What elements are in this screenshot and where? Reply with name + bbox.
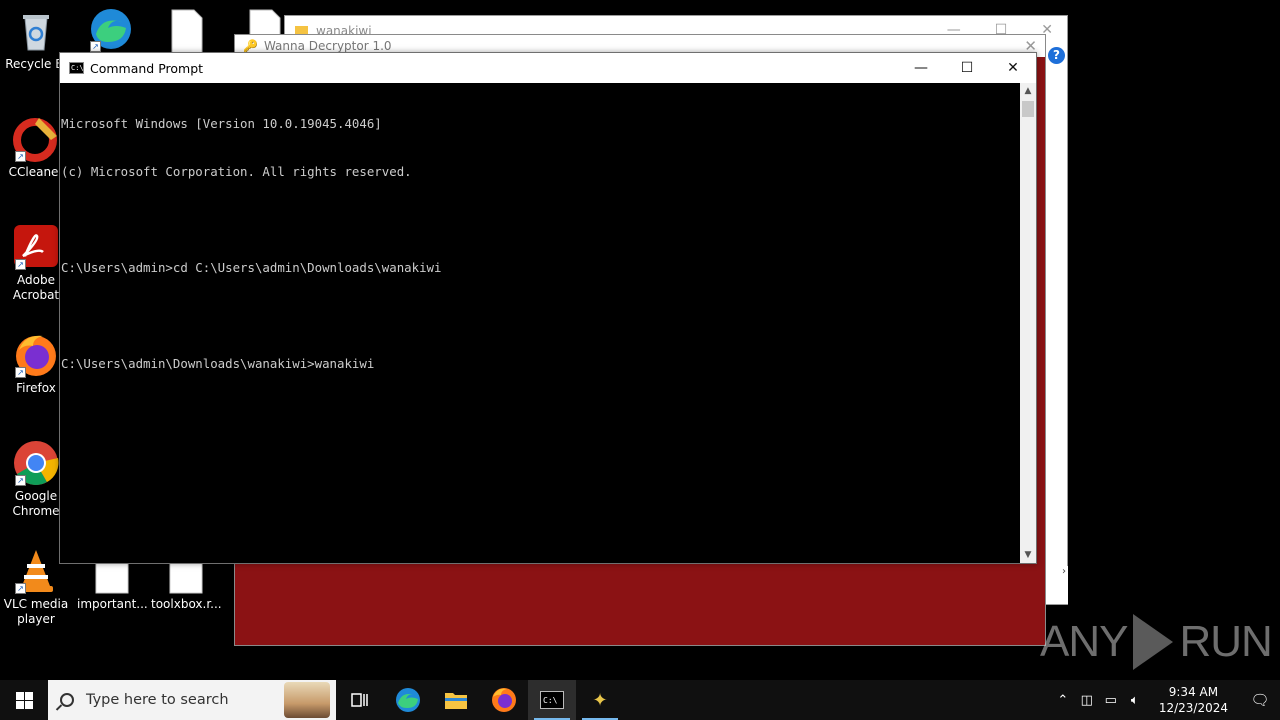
task-view-button[interactable] bbox=[336, 680, 384, 720]
maximize-button[interactable]: ☐ bbox=[944, 53, 990, 83]
wanna-decryptor-icon: 🔑 bbox=[243, 39, 258, 53]
desktop-icon-label: VLC media player bbox=[3, 597, 69, 626]
search-icon bbox=[60, 693, 74, 707]
clock-date: 12/23/2024 bbox=[1158, 701, 1228, 715]
vertical-scrollbar[interactable]: ▲ ▼ bbox=[1020, 83, 1036, 563]
volume-icon[interactable]: 🔈︎ bbox=[1123, 693, 1147, 708]
file-explorer-icon bbox=[445, 693, 467, 709]
clock-time: 9:34 AM bbox=[1168, 685, 1219, 699]
search-highlight-image bbox=[284, 682, 330, 718]
desktop-icon-label: toolxbox.r... bbox=[151, 597, 222, 611]
task-view-icon bbox=[351, 693, 368, 707]
firefox-icon: ↗ bbox=[13, 332, 59, 378]
file-icon bbox=[163, 562, 209, 594]
watermark-right: RUN bbox=[1179, 617, 1272, 666]
file-icon bbox=[89, 562, 135, 594]
wanna-title: Wanna Decryptor 1.0 bbox=[263, 39, 392, 53]
svg-text:C:\: C:\ bbox=[543, 696, 558, 705]
chevron-up-icon[interactable]: ⌃ bbox=[1051, 693, 1075, 708]
wanna-decryptor-icon: ✦ bbox=[592, 689, 608, 711]
taskbar: Type here to search C:\ ✦ ⌃ ◫ ▭ 🔈︎ 9:34 … bbox=[0, 680, 1280, 720]
cmd-titlebar[interactable]: C:\ Command Prompt bbox=[60, 53, 1036, 83]
desktop-icon-label: important... bbox=[77, 597, 148, 611]
windows-logo-icon bbox=[15, 691, 33, 709]
help-icon[interactable]: ? bbox=[1048, 47, 1065, 64]
minimize-icon: — bbox=[914, 60, 928, 76]
desktop-file-1[interactable] bbox=[152, 8, 222, 57]
play-icon bbox=[1133, 614, 1174, 670]
desktop-icon-edge[interactable]: ↗ bbox=[76, 6, 146, 55]
console-line: C:\Users\admin\Downloads\wanakiwi>wanaki… bbox=[61, 356, 375, 371]
command-prompt-icon: C:\ bbox=[69, 62, 84, 74]
scroll-thumb[interactable] bbox=[1022, 101, 1034, 117]
notification-icon[interactable]: 🗨︎ bbox=[1240, 691, 1280, 709]
desktop-file-important[interactable]: important... bbox=[77, 562, 148, 612]
network-icon[interactable]: ▭ bbox=[1099, 693, 1123, 708]
cmd-title: Command Prompt bbox=[90, 60, 204, 76]
taskbar-firefox[interactable] bbox=[480, 680, 528, 720]
console-line: (c) Microsoft Corporation. All rights re… bbox=[61, 164, 412, 179]
scroll-up-icon[interactable]: ▲ bbox=[1020, 83, 1036, 99]
clock[interactable]: 9:34 AM 12/23/2024 bbox=[1147, 684, 1240, 716]
meet-now-icon[interactable]: ◫ bbox=[1075, 693, 1099, 708]
close-icon: ✕ bbox=[1007, 60, 1019, 76]
system-tray: ⌃ ◫ ▭ 🔈︎ 9:34 AM 12/23/2024 🗨︎ bbox=[1051, 680, 1280, 720]
adobe-acrobat-icon: ↗ bbox=[13, 224, 59, 270]
cmd-window-controls: — ☐ ✕ bbox=[898, 53, 1036, 83]
close-button[interactable]: ✕ bbox=[990, 53, 1036, 83]
edge-icon: ↗ bbox=[88, 6, 134, 52]
taskbar-edge[interactable] bbox=[384, 680, 432, 720]
console-output[interactable]: Microsoft Windows [Version 10.0.19045.40… bbox=[60, 83, 1020, 563]
taskbar-search-box[interactable]: Type here to search bbox=[48, 680, 336, 720]
scroll-down-icon[interactable]: ▼ bbox=[1020, 547, 1036, 563]
explorer-side-strip: › bbox=[1046, 566, 1068, 604]
console-line: C:\Users\admin>cd C:\Users\admin\Downloa… bbox=[61, 260, 442, 275]
start-button[interactable] bbox=[0, 680, 48, 720]
command-prompt-window[interactable]: C:\ Command Prompt — ☐ ✕ Microsoft Windo… bbox=[59, 52, 1037, 564]
ccleaner-icon: ↗ bbox=[13, 116, 59, 162]
chrome-icon: ↗ bbox=[13, 440, 59, 486]
file-icon bbox=[164, 8, 210, 55]
chevron-right-icon[interactable]: › bbox=[1062, 566, 1066, 577]
taskbar-file-explorer[interactable] bbox=[432, 680, 480, 720]
minimize-button[interactable]: — bbox=[898, 53, 944, 83]
taskbar-wanna-decryptor[interactable]: ✦ bbox=[576, 680, 624, 720]
anyrun-watermark: ANY RUN bbox=[1040, 612, 1273, 672]
recycle-bin-icon bbox=[13, 8, 59, 54]
command-prompt-icon: C:\ bbox=[540, 691, 564, 709]
firefox-icon bbox=[492, 688, 516, 712]
desktop-file-toolxbox[interactable]: toolxbox.r... bbox=[151, 562, 222, 612]
taskbar-command-prompt[interactable]: C:\ bbox=[528, 680, 576, 720]
watermark-left: ANY bbox=[1040, 617, 1128, 666]
edge-icon bbox=[396, 688, 420, 712]
console-line: Microsoft Windows [Version 10.0.19045.40… bbox=[61, 116, 382, 131]
search-placeholder: Type here to search bbox=[86, 692, 229, 708]
maximize-icon: ☐ bbox=[960, 60, 974, 76]
vlc-icon: ↗ bbox=[13, 548, 59, 594]
